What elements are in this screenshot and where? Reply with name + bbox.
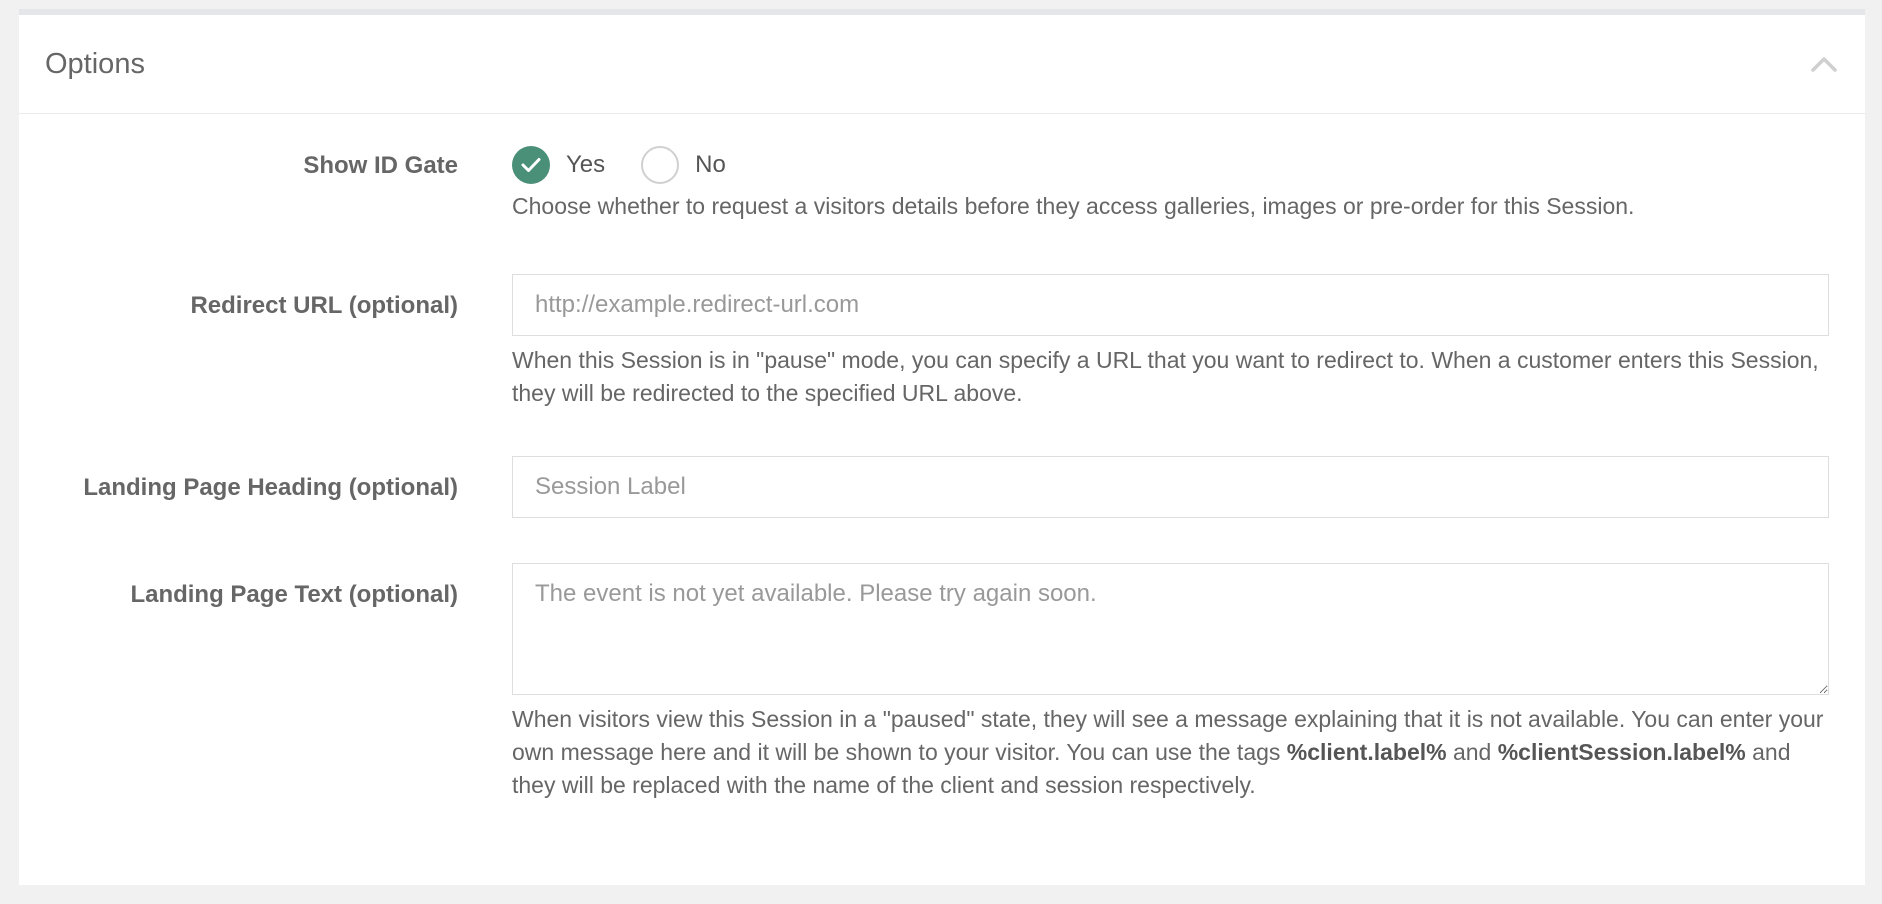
landing-heading-field (512, 456, 1829, 518)
landing-text-help-part2: and (1446, 739, 1498, 765)
panel-header[interactable]: Options (19, 15, 1865, 114)
landing-text-help: When visitors view this Session in a "pa… (512, 703, 1829, 802)
id-gate-no-radio[interactable]: No (641, 146, 726, 184)
radio-checked-icon[interactable] (512, 146, 550, 184)
client-label-tag: %client.label% (1286, 739, 1447, 765)
landing-heading-label: Landing Page Heading (optional) (83, 474, 458, 501)
redirect-label: Redirect URL (optional) (190, 292, 458, 319)
page-top-strip (0, 0, 1882, 9)
chevron-up-icon[interactable] (1809, 49, 1839, 79)
options-panel: Options Show ID Gate Yes No Choose wheth… (19, 9, 1865, 885)
redirect-help: When this Session is in "pause" mode, yo… (512, 347, 1819, 406)
id-gate-field: Yes No Choose whether to request a visit… (512, 144, 1829, 223)
id-gate-yes-radio[interactable]: Yes (512, 146, 605, 184)
id-gate-yes-label[interactable]: Yes (566, 151, 605, 179)
id-gate-radio-group: Yes No (512, 144, 1829, 186)
id-gate-no-label[interactable]: No (695, 151, 726, 179)
id-gate-label: Show ID Gate (303, 152, 458, 179)
panel-title: Options (45, 47, 145, 80)
landing-text-field: When visitors view this Session in a "pa… (512, 563, 1829, 802)
radio-unchecked-icon[interactable] (641, 146, 680, 184)
redirect-field: When this Session is in "pause" mode, yo… (512, 274, 1829, 410)
landing-heading-input[interactable] (512, 456, 1829, 518)
client-session-label-tag: %clientSession.label% (1497, 739, 1746, 765)
id-gate-help: Choose whether to request a visitors det… (512, 193, 1635, 219)
redirect-url-input[interactable] (512, 274, 1829, 336)
landing-text-textarea[interactable] (512, 563, 1829, 695)
landing-text-label: Landing Page Text (optional) (130, 581, 458, 608)
